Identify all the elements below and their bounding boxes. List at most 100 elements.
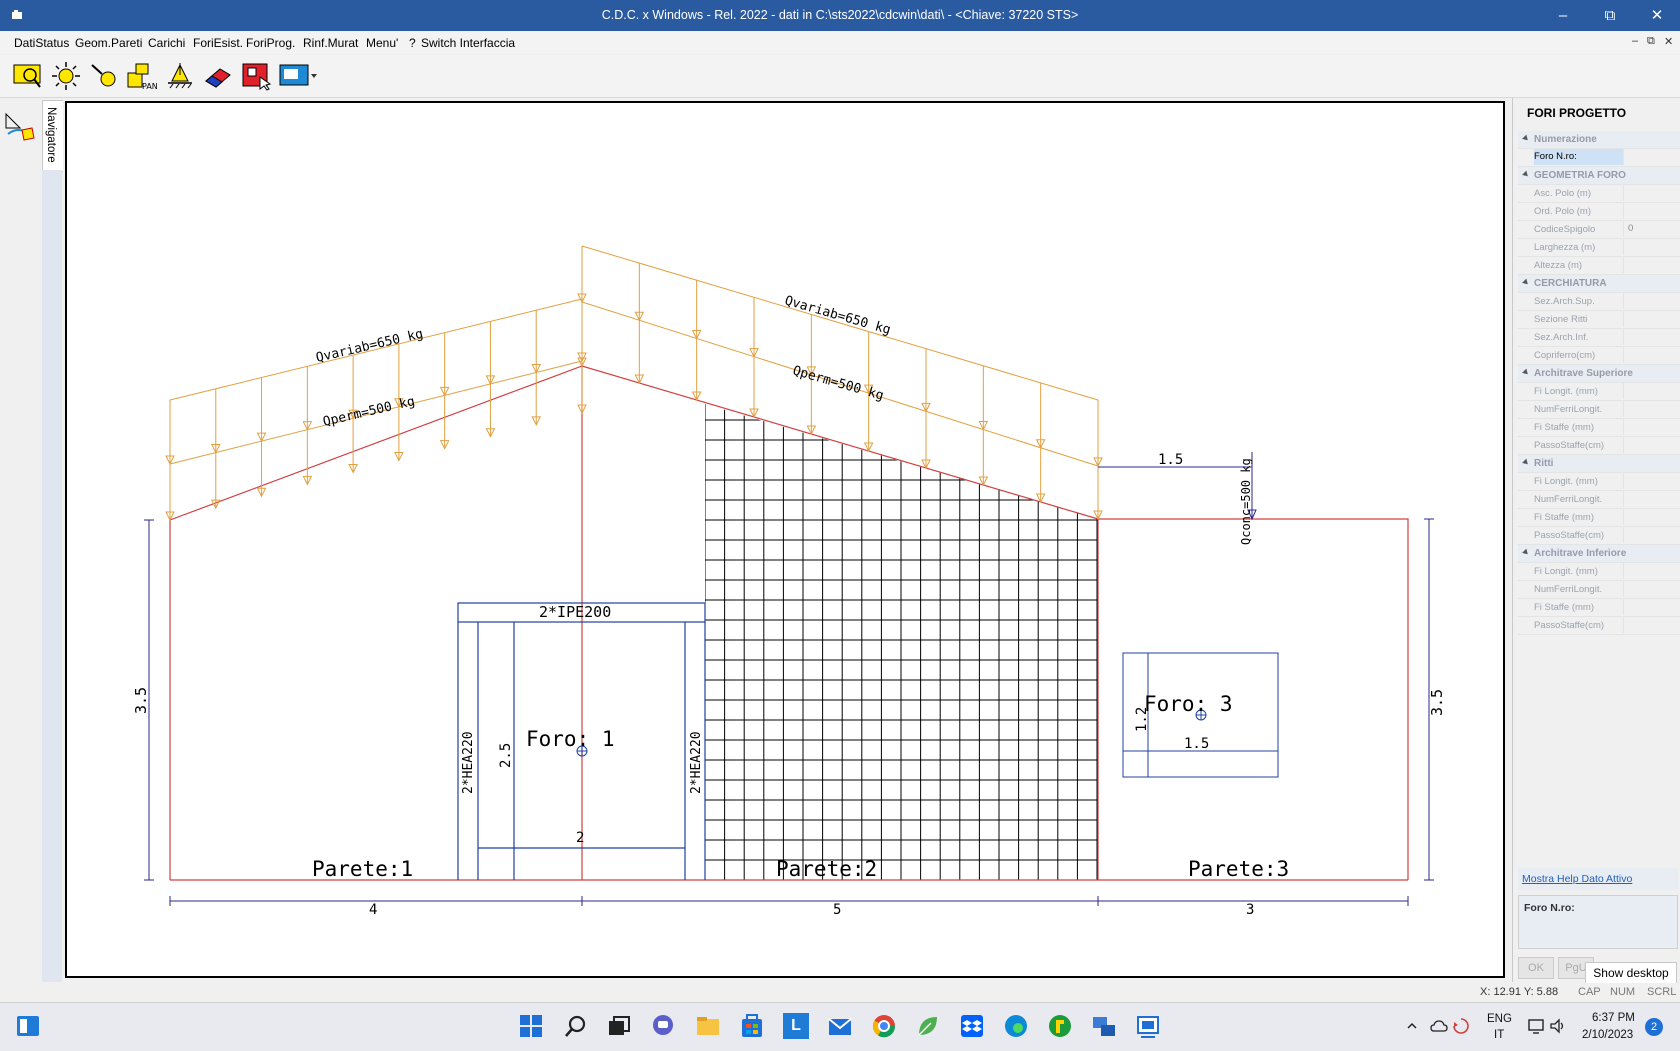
property-row[interactable]: PassoStaffe(cm) xyxy=(1518,527,1680,545)
property-value[interactable] xyxy=(1623,311,1680,327)
geometry-tool-icon[interactable] xyxy=(4,110,36,142)
collapse-arrow-icon[interactable] xyxy=(1522,170,1530,179)
pan-icon[interactable]: PAN xyxy=(126,61,158,91)
app-l-icon[interactable]: L xyxy=(783,1013,809,1039)
property-value[interactable] xyxy=(1623,437,1680,453)
property-value[interactable] xyxy=(1623,473,1680,489)
tray-chevron-icon[interactable] xyxy=(1405,1019,1419,1033)
collapse-arrow-icon[interactable] xyxy=(1522,278,1530,287)
clock-time[interactable]: 6:37 PM xyxy=(1592,1012,1635,1024)
start-icon[interactable] xyxy=(518,1013,544,1039)
notification-badge[interactable]: 2 xyxy=(1645,1018,1663,1036)
property-row[interactable]: Sezione Ritti xyxy=(1518,311,1680,329)
property-value[interactable] xyxy=(1623,203,1680,219)
menu-geom-pareti[interactable]: Geom.Pareti xyxy=(75,36,142,50)
property-row[interactable]: NumFerriLongit. xyxy=(1518,401,1680,419)
sync-icon[interactable] xyxy=(1452,1017,1470,1035)
property-row[interactable]: Asc. Polo (m) xyxy=(1518,185,1680,203)
property-row[interactable]: Fi Longit. (mm) xyxy=(1518,383,1680,401)
help-link[interactable]: Mostra Help Dato Attivo xyxy=(1522,873,1632,885)
property-value[interactable] xyxy=(1623,239,1680,255)
property-value[interactable] xyxy=(1623,491,1680,507)
drawing-canvas[interactable]: Qvariab=650 kg Qperm=500 kg Qvariab=650 … xyxy=(65,101,1505,978)
store-icon[interactable] xyxy=(739,1013,765,1039)
menu-switch-interfaccia[interactable]: Switch Interfaccia xyxy=(421,36,515,50)
volume-icon[interactable] xyxy=(1549,1017,1567,1035)
leaf-app-icon[interactable] xyxy=(915,1013,941,1039)
cdc-win-icon[interactable] xyxy=(1135,1013,1161,1039)
chrome-icon[interactable] xyxy=(871,1013,897,1039)
property-row[interactable]: Larghezza (m) xyxy=(1518,239,1680,257)
property-value[interactable] xyxy=(1623,509,1680,525)
maximize-button[interactable]: ⧉ xyxy=(1587,0,1633,31)
menu-foriprog[interactable]: ForiProg. xyxy=(246,36,295,50)
mdi-minimize-button[interactable]: – xyxy=(1632,35,1638,47)
select-window-icon[interactable] xyxy=(12,61,44,91)
collapse-arrow-icon[interactable] xyxy=(1522,134,1530,143)
search-icon[interactable] xyxy=(563,1013,589,1039)
green-app-icon[interactable] xyxy=(1047,1013,1073,1039)
close-button[interactable]: ✕ xyxy=(1634,0,1680,31)
property-row[interactable]: NumFerriLongit. xyxy=(1518,491,1680,509)
property-row[interactable]: Foro N.ro: xyxy=(1518,149,1680,167)
edge-icon[interactable] xyxy=(1003,1013,1029,1039)
property-value[interactable] xyxy=(1623,617,1680,633)
red-pick-icon[interactable] xyxy=(240,61,272,91)
widgets-icon[interactable] xyxy=(15,1013,41,1039)
mail-icon[interactable] xyxy=(827,1013,853,1039)
clock-date[interactable]: 2/10/2023 xyxy=(1582,1029,1633,1041)
dropbox-icon[interactable] xyxy=(959,1013,985,1039)
property-value[interactable] xyxy=(1623,419,1680,435)
property-row[interactable]: Fi Staffe (mm) xyxy=(1518,419,1680,437)
collapse-arrow-icon[interactable] xyxy=(1522,458,1530,467)
property-value[interactable] xyxy=(1623,401,1680,417)
mdi-restore-button[interactable]: ⧉ xyxy=(1647,35,1655,48)
property-row[interactable]: Altezza (m) xyxy=(1518,257,1680,275)
menu-help[interactable]: ? xyxy=(409,36,416,50)
drawing-svg[interactable]: Qvariab=650 kg Qperm=500 kg Qvariab=650 … xyxy=(67,103,1503,976)
cloud-icon[interactable] xyxy=(1430,1017,1448,1035)
property-value[interactable] xyxy=(1623,257,1680,273)
eraser-icon[interactable] xyxy=(202,61,234,91)
property-row[interactable]: Ord. Polo (m) xyxy=(1518,203,1680,221)
property-value[interactable] xyxy=(1623,563,1680,579)
property-row[interactable]: PassoStaffe(cm) xyxy=(1518,617,1680,635)
property-value[interactable]: 0 xyxy=(1623,221,1680,237)
menu-rinf-murat[interactable]: Rinf.Murat xyxy=(303,36,358,50)
zoom-icon[interactable] xyxy=(88,61,120,91)
collapse-arrow-icon[interactable] xyxy=(1522,548,1530,557)
property-row[interactable]: Fi Longit. (mm) xyxy=(1518,563,1680,581)
chat-icon[interactable] xyxy=(650,1013,676,1039)
property-row[interactable]: Sez.Arch.Inf. xyxy=(1518,329,1680,347)
property-value[interactable] xyxy=(1623,383,1680,399)
file-explorer-icon[interactable] xyxy=(695,1013,721,1039)
region-indicator[interactable]: IT xyxy=(1494,1029,1504,1041)
property-value[interactable] xyxy=(1623,149,1680,165)
property-row[interactable]: Fi Staffe (mm) xyxy=(1518,599,1680,617)
navigator-tab[interactable]: Navigatore xyxy=(42,100,63,172)
minimize-button[interactable]: – xyxy=(1540,0,1586,31)
property-value[interactable] xyxy=(1623,599,1680,615)
property-row[interactable]: PassoStaffe(cm) xyxy=(1518,437,1680,455)
property-value[interactable] xyxy=(1623,527,1680,543)
property-row[interactable]: Copriferro(cm) xyxy=(1518,347,1680,365)
display-icon[interactable] xyxy=(1527,1017,1545,1035)
network-app-icon[interactable] xyxy=(1091,1013,1117,1039)
ok-button[interactable]: OK xyxy=(1518,957,1554,979)
property-row[interactable]: Sez.Arch.Sup. xyxy=(1518,293,1680,311)
task-view-icon[interactable] xyxy=(606,1013,632,1039)
property-row[interactable]: Fi Longit. (mm) xyxy=(1518,473,1680,491)
property-value[interactable] xyxy=(1623,185,1680,201)
zoom-extents-icon[interactable] xyxy=(50,61,82,91)
view-dropdown-icon[interactable] xyxy=(278,61,318,91)
property-row[interactable]: NumFerriLongit. xyxy=(1518,581,1680,599)
menu-foriesist[interactable]: ForiEsist. xyxy=(193,36,243,50)
property-value[interactable] xyxy=(1623,581,1680,597)
menu-menu[interactable]: Menu' xyxy=(366,36,398,50)
property-row[interactable]: Fi Staffe (mm) xyxy=(1518,509,1680,527)
mdi-close-button[interactable]: ✕ xyxy=(1664,35,1673,48)
collapse-arrow-icon[interactable] xyxy=(1522,368,1530,377)
support-icon[interactable] xyxy=(164,61,196,91)
menu-carichi[interactable]: Carichi xyxy=(148,36,185,50)
property-value[interactable] xyxy=(1623,347,1680,363)
